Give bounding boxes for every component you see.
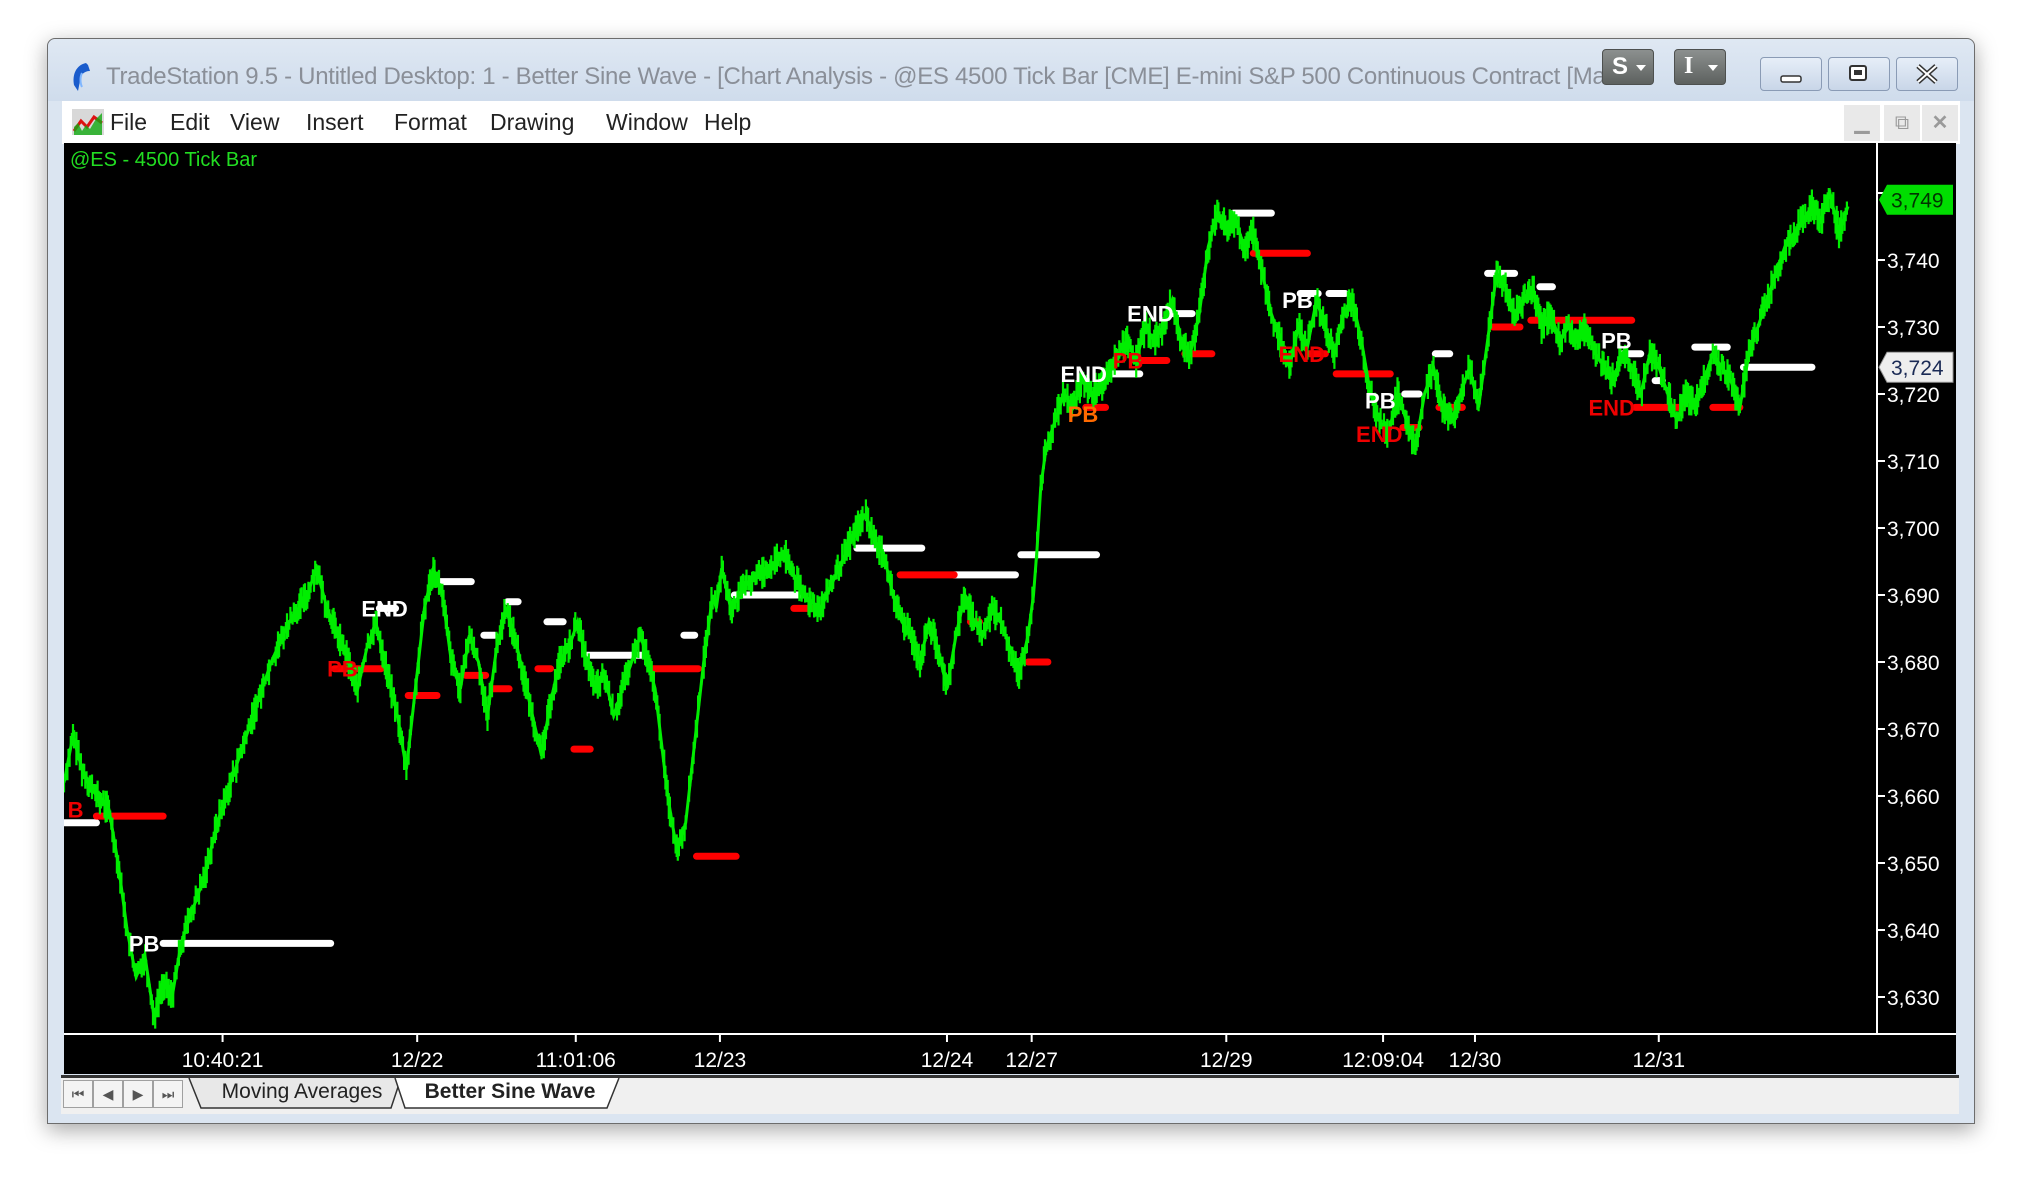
- y-tick-label: 3,700: [1887, 518, 1940, 541]
- x-tick-label: 12/27: [1005, 1049, 1058, 1072]
- i-dropdown-button[interactable]: I: [1674, 49, 1726, 85]
- y-tick-label: 3,690: [1887, 585, 1940, 608]
- mdi-close-button[interactable]: ✕: [1922, 105, 1958, 141]
- signal-label-end: END: [361, 596, 407, 621]
- tab-next-button[interactable]: ▶: [123, 1080, 153, 1108]
- tab-prev-button[interactable]: ◀: [93, 1080, 123, 1108]
- signal-label-pb: PB: [1601, 328, 1632, 353]
- y-tick-label: 3,630: [1887, 987, 1940, 1010]
- tab-first-button[interactable]: ⏮: [63, 1080, 93, 1108]
- x-tick-label: 12/29: [1200, 1049, 1253, 1072]
- x-tick-label: 10:40:21: [182, 1049, 264, 1072]
- y-tick-label: 3,640: [1887, 920, 1940, 943]
- chart-symbol-label: @ES - 4500 Tick Bar: [70, 149, 258, 171]
- minimize-icon: [1780, 75, 1802, 83]
- restore-button[interactable]: [1828, 57, 1890, 91]
- close-icon: ✕: [1931, 112, 1949, 134]
- signal-label-end: END: [1279, 342, 1325, 367]
- menu-drawing[interactable]: Drawing: [490, 109, 574, 136]
- menu-view[interactable]: View: [230, 109, 279, 136]
- skip-end-icon: ⏭: [161, 1086, 175, 1102]
- minimize-icon: ▁: [1854, 112, 1870, 134]
- tab-better-sine-wave[interactable]: Better Sine Wave: [407, 1078, 613, 1108]
- menu-bar: File Edit View Insert Format Drawing Win…: [62, 101, 1960, 144]
- price-axis: 3,630 3,640 3,650 3,660 3,670 3,680 3,690 3,700…: [1876, 143, 1940, 1034]
- x-tick-label: 12/24: [921, 1049, 974, 1072]
- mdi-minimize-button[interactable]: ▁: [1844, 105, 1880, 141]
- menu-help[interactable]: Help: [704, 109, 751, 136]
- y-tick-label: 3,720: [1887, 384, 1940, 407]
- x-tick-label: 12/23: [694, 1049, 747, 1072]
- y-tick-label: 3,650: [1887, 853, 1940, 876]
- x-tick-label: 12/22: [391, 1049, 444, 1072]
- restore-icon: ⧉: [1894, 112, 1910, 134]
- restore-icon: [1849, 65, 1867, 81]
- chart-analysis-icon: [72, 109, 104, 135]
- last-price-label: 3,749: [1891, 190, 1944, 213]
- window-title: TradeStation 9.5 - Untitled Desktop: 1 -…: [106, 63, 1606, 90]
- menu-file[interactable]: File: [110, 109, 147, 136]
- x-tick-label: 12/31: [1632, 1049, 1685, 1072]
- menu-window[interactable]: Window: [606, 109, 688, 136]
- mdi-restore-button[interactable]: ⧉: [1884, 105, 1920, 141]
- signal-label-pb: PB: [129, 931, 160, 956]
- x-tick-label: 12/30: [1449, 1049, 1502, 1072]
- chevron-down-icon: [1708, 65, 1718, 71]
- tab-last-button[interactable]: ⏭: [153, 1080, 183, 1108]
- signal-label-pb: PB: [1365, 389, 1396, 414]
- price-line: [62, 187, 1850, 1018]
- signal-label-end: END: [1127, 302, 1173, 327]
- signal-label-end: END: [1061, 362, 1107, 387]
- signal-label-pb: PB: [1068, 402, 1099, 427]
- marker-price-label: 3,724: [1891, 357, 1944, 380]
- tab-moving-averages[interactable]: Moving Averages: [205, 1078, 399, 1108]
- signal-label-b: B: [68, 797, 84, 822]
- x-tick-label: 11:01:06: [536, 1049, 616, 1072]
- signal-label-end: END: [1588, 395, 1634, 420]
- menu-edit[interactable]: Edit: [170, 109, 210, 136]
- workspace-tab-strip: ⏮ ◀ ▶ ⏭ Moving Averages Better Sine Wave: [61, 1075, 1959, 1114]
- menu-format[interactable]: Format: [394, 109, 467, 136]
- tradestation-logo-icon: [73, 63, 90, 91]
- chart-area[interactable]: 3,630 3,640 3,650 3,660 3,670 3,680 3,690 3,700…: [60, 143, 1956, 1074]
- close-icon: [1916, 64, 1938, 84]
- support-levels: [92, 249, 1744, 860]
- minimize-button[interactable]: [1760, 57, 1822, 91]
- menu-insert[interactable]: Insert: [306, 109, 364, 136]
- signal-label-pb: PB: [1113, 349, 1144, 374]
- signal-label-pb: PB: [1282, 288, 1313, 313]
- y-tick-label: 3,660: [1887, 786, 1940, 809]
- y-tick-label: 3,680: [1887, 652, 1940, 675]
- close-button[interactable]: [1896, 57, 1958, 91]
- chevron-left-icon: ◀: [102, 1086, 114, 1102]
- title-bar[interactable]: TradeStation 9.5 - Untitled Desktop: 1 -…: [48, 39, 1974, 101]
- signal-label-end: END: [1356, 422, 1402, 447]
- s-dropdown-button[interactable]: S: [1602, 49, 1654, 85]
- y-tick-label: 3,740: [1887, 250, 1940, 273]
- price-badges: 3,749 3,724: [1878, 184, 1954, 383]
- price-bars: [62, 188, 1848, 1029]
- chevron-right-icon: ▶: [132, 1086, 144, 1102]
- y-tick-label: 3,670: [1887, 719, 1940, 742]
- signal-label-pb: PB: [327, 657, 358, 682]
- y-tick-label: 3,710: [1887, 451, 1940, 474]
- chevron-down-icon: [1636, 65, 1646, 71]
- skip-start-icon: ⏮: [71, 1086, 85, 1102]
- annotations: BPBPBENDENDPBPBENDPBENDPBENDPBEND: [68, 288, 1635, 956]
- y-tick-label: 3,730: [1887, 317, 1940, 340]
- x-tick-label: 12:09:04: [1342, 1049, 1424, 1072]
- price-series: [62, 187, 1850, 1029]
- time-axis: 10:40:21 12/22 11:01:06 12/23 12/24 12/27 12/2…: [64, 1033, 1956, 1072]
- price-chart[interactable]: 3,630 3,640 3,650 3,660 3,670 3,680 3,690 3,700…: [60, 143, 1956, 1074]
